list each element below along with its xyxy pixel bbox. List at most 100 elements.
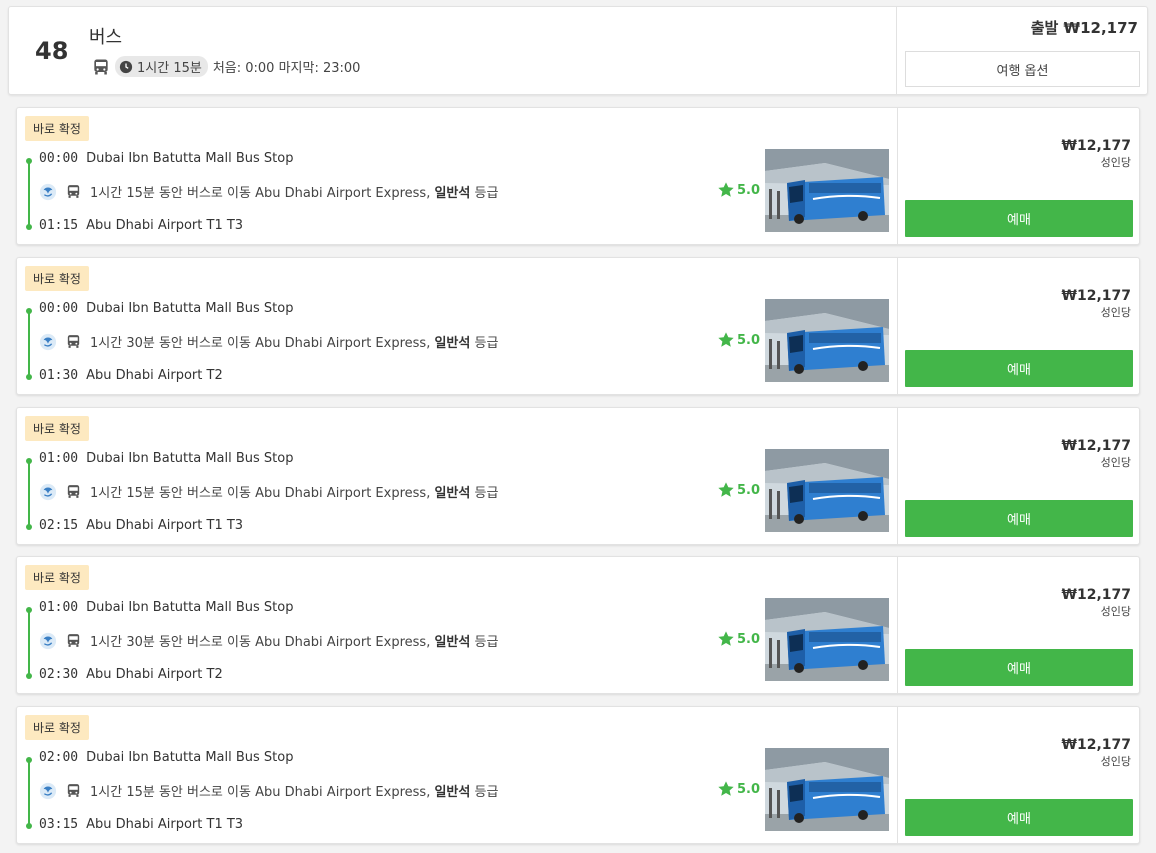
card-divider <box>897 707 898 843</box>
arrival-stop-name: Abu Dhabi Airport T1 T3 <box>86 218 244 233</box>
card-divider <box>897 557 898 693</box>
arrival-time: 03:15 <box>39 817 79 832</box>
class-suffix: 등급 <box>474 186 499 201</box>
rating-value: 5.0 <box>737 631 761 647</box>
route-timeline <box>26 757 32 829</box>
class-suffix: 등급 <box>474 785 499 800</box>
star-icon <box>718 332 734 347</box>
arrival-stop: 01:30 Abu Dhabi Airport T2 <box>39 368 223 383</box>
timeline-start-dot <box>26 458 32 464</box>
seat-class: 일반석 <box>434 785 471 800</box>
route-timeline <box>26 308 32 380</box>
travel-options-button[interactable]: 여행 옵션 <box>905 51 1140 87</box>
operator-rating: 5.0 <box>717 630 760 648</box>
timeline-end-dot <box>26 524 32 530</box>
rating-value: 5.0 <box>737 332 761 348</box>
timeline-start-dot <box>26 607 32 613</box>
header-divider <box>896 7 897 94</box>
leg-description: 1시간 15분 동안 버스로 이동 Abu Dhabi Airport Expr… <box>90 186 431 201</box>
trip-card: 바로 확정 00:00 Dubai Ibn Batutta Mall Bus S… <box>16 257 1140 395</box>
arrival-time: 02:15 <box>39 518 79 533</box>
leg-description: 1시간 15분 동안 버스로 이동 Abu Dhabi Airport Expr… <box>90 486 431 501</box>
seat-class: 일반석 <box>434 635 471 650</box>
operator-logo-icon <box>39 483 57 500</box>
bus-photo <box>765 299 889 382</box>
trip-card: 바로 확정 01:00 Dubai Ibn Batutta Mall Bus S… <box>16 407 1140 545</box>
operator-rating: 5.0 <box>717 481 760 499</box>
rating-value: 5.0 <box>737 482 761 498</box>
book-button[interactable]: 예매 <box>905 500 1133 537</box>
price-per-adult: 성인당 <box>1100 605 1131 618</box>
timeline-line <box>28 460 30 526</box>
trip-leg: 1시간 30분 동안 버스로 이동 Abu Dhabi Airport Expr… <box>39 332 498 351</box>
trip-price: ₩12,177 <box>1061 737 1131 753</box>
star-icon <box>718 631 734 646</box>
departure-stop-name: Dubai Ibn Batutta Mall Bus Stop <box>86 301 294 316</box>
operator-rating: 5.0 <box>717 181 760 199</box>
class-suffix: 등급 <box>474 486 499 501</box>
arrival-stop: 01:15 Abu Dhabi Airport T1 T3 <box>39 218 243 233</box>
route-timeline <box>26 607 32 679</box>
departure-stop-name: Dubai Ibn Batutta Mall Bus Stop <box>86 750 294 765</box>
transport-type-title: 버스 <box>89 27 123 48</box>
departure-time: 00:00 <box>39 301 79 316</box>
duration-chip: 1시간 15분 <box>115 56 208 77</box>
timeline-line <box>28 759 30 825</box>
star-icon <box>718 182 734 197</box>
bus-photo <box>765 449 889 532</box>
seat-class: 일반석 <box>434 336 471 351</box>
timeline-end-dot <box>26 374 32 380</box>
departure-time: 02:00 <box>39 750 79 765</box>
timeline-end-dot <box>26 224 32 230</box>
arrival-stop: 02:30 Abu Dhabi Airport T2 <box>39 667 223 682</box>
departure-stop: 00:00 Dubai Ibn Batutta Mall Bus Stop <box>39 151 293 166</box>
timeline-line <box>28 160 30 226</box>
bus-icon <box>67 485 80 498</box>
seat-class: 일반석 <box>434 486 471 501</box>
instant-confirm-badge: 바로 확정 <box>25 266 89 291</box>
trip-leg: 1시간 15분 동안 버스로 이동 Abu Dhabi Airport Expr… <box>39 182 498 201</box>
card-divider <box>897 408 898 544</box>
trip-card: 바로 확정 01:00 Dubai Ibn Batutta Mall Bus S… <box>16 556 1140 694</box>
duration-text: 1시간 15분 <box>137 61 202 76</box>
timeline-end-dot <box>26 673 32 679</box>
operator-rating: 5.0 <box>717 331 760 349</box>
timeline-line <box>28 609 30 675</box>
arrival-stop: 03:15 Abu Dhabi Airport T1 T3 <box>39 817 243 832</box>
trip-price: ₩12,177 <box>1061 587 1131 603</box>
bus-photo <box>765 149 889 232</box>
arrival-stop-name: Abu Dhabi Airport T2 <box>86 368 223 383</box>
bus-icon <box>67 185 80 198</box>
instant-confirm-badge: 바로 확정 <box>25 116 89 141</box>
timeline-line <box>28 310 30 376</box>
arrival-time: 01:30 <box>39 368 79 383</box>
bus-icon <box>94 59 108 74</box>
result-count: 48 <box>35 37 69 65</box>
departure-stop: 00:00 Dubai Ibn Batutta Mall Bus Stop <box>39 301 293 316</box>
class-suffix: 등급 <box>474 635 499 650</box>
timeline-end-dot <box>26 823 32 829</box>
seat-class: 일반석 <box>434 186 471 201</box>
arrival-time: 01:15 <box>39 218 79 233</box>
rating-value: 5.0 <box>737 781 761 797</box>
trip-price: ₩12,177 <box>1061 138 1131 154</box>
book-button[interactable]: 예매 <box>905 350 1133 387</box>
instant-confirm-badge: 바로 확정 <box>25 416 89 441</box>
price-per-adult: 성인당 <box>1100 755 1131 768</box>
book-button[interactable]: 예매 <box>905 799 1133 836</box>
timeline-start-dot <box>26 757 32 763</box>
route-timeline <box>26 458 32 530</box>
bus-photo <box>765 598 889 681</box>
instant-confirm-badge: 바로 확정 <box>25 565 89 590</box>
bus-icon <box>67 784 80 797</box>
operator-logo-icon <box>39 632 57 649</box>
departure-stop-name: Dubai Ibn Batutta Mall Bus Stop <box>86 451 294 466</box>
operator-logo-icon <box>39 333 57 350</box>
book-button[interactable]: 예매 <box>905 649 1133 686</box>
bus-photo <box>765 748 889 831</box>
trip-leg: 1시간 15분 동안 버스로 이동 Abu Dhabi Airport Expr… <box>39 781 498 800</box>
book-button[interactable]: 예매 <box>905 200 1133 237</box>
trip-price: ₩12,177 <box>1061 438 1131 454</box>
instant-confirm-badge: 바로 확정 <box>25 715 89 740</box>
bus-icon <box>67 335 80 348</box>
